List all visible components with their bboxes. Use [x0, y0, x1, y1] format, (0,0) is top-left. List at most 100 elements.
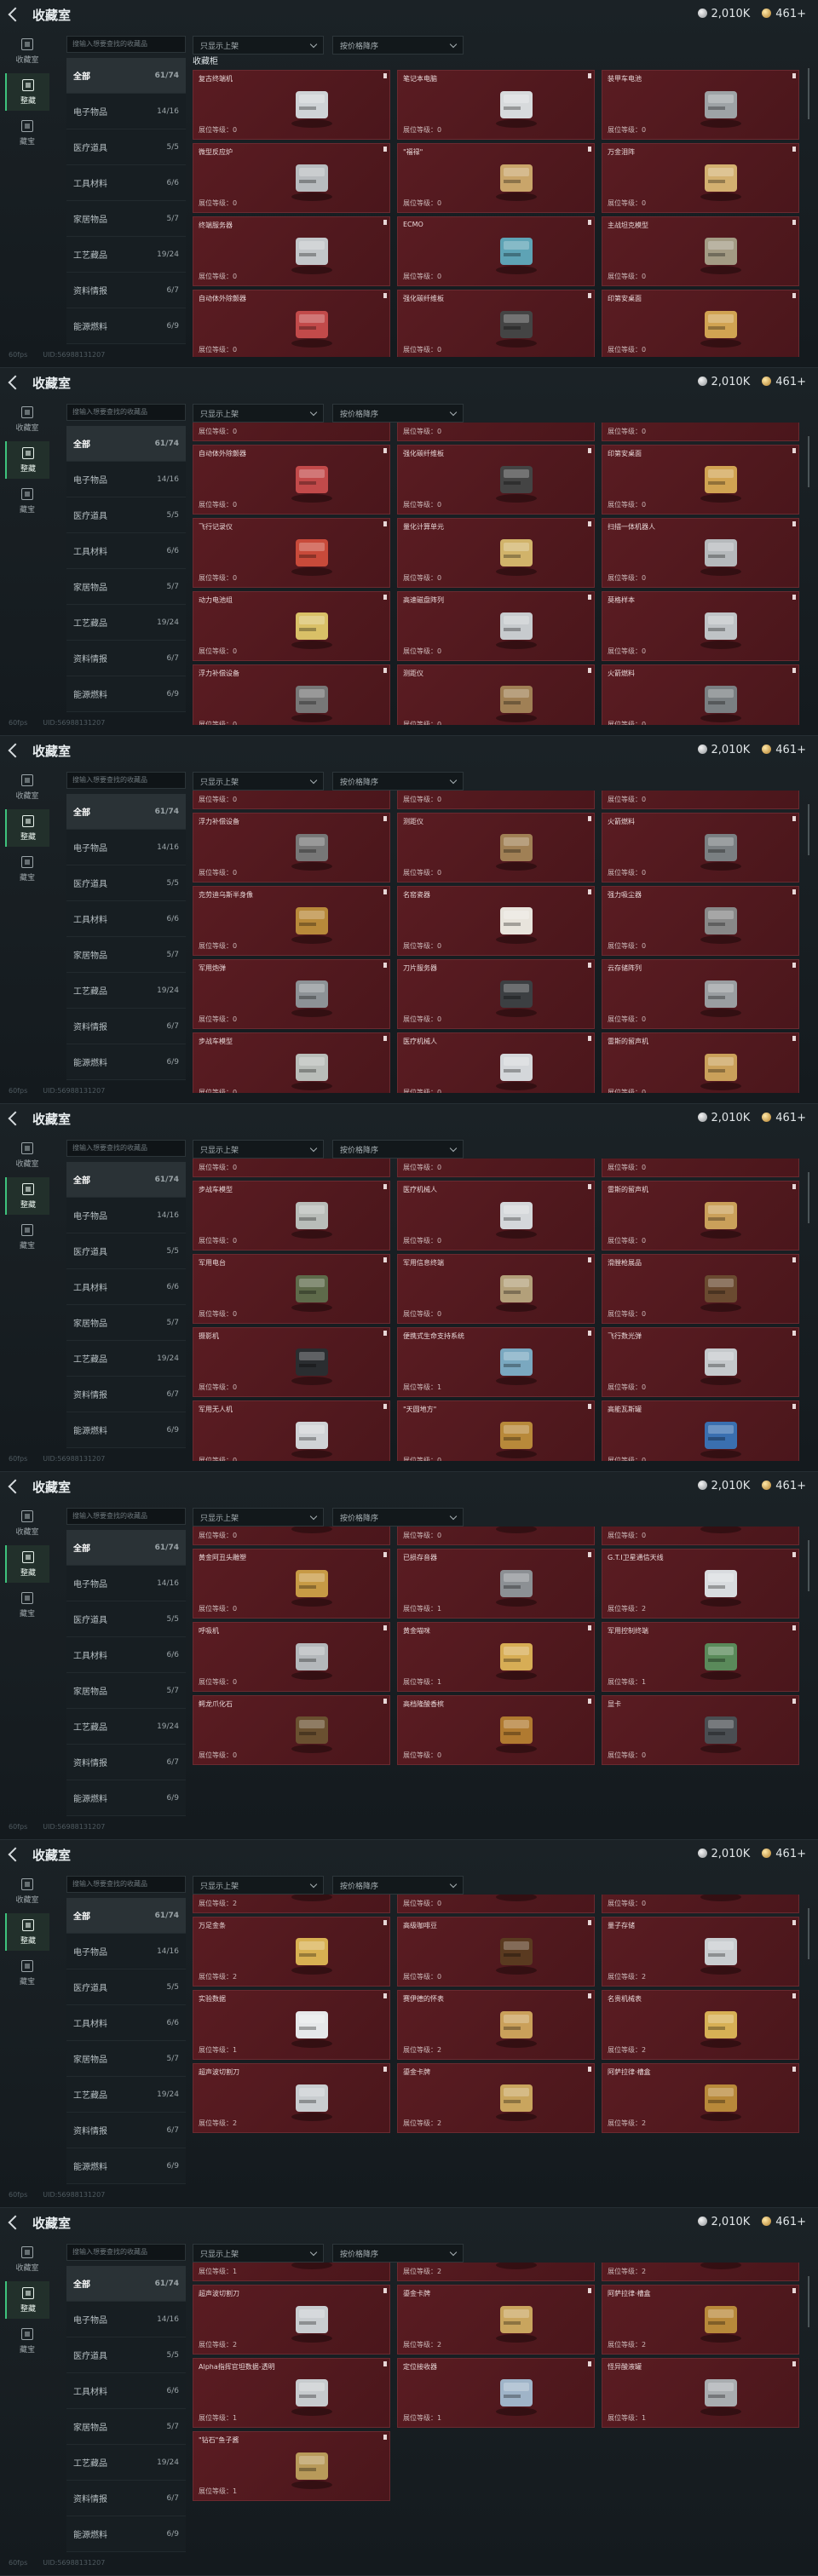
collectible-card[interactable]: 展位等级：0 — [397, 791, 595, 809]
rail-tab-treasure[interactable]: 藏宝 — [5, 114, 49, 152]
collectible-card[interactable]: ECMO 展位等级：0 — [397, 216, 595, 286]
category-item[interactable]: 工具材料 6/6 — [66, 2005, 186, 2041]
collectible-card[interactable]: 万金泪阵 展位等级：0 — [602, 143, 799, 213]
category-item[interactable]: 家居物品 5/7 — [66, 1673, 186, 1709]
category-item[interactable]: 工艺藏品 19/24 — [66, 237, 186, 273]
collectible-card[interactable]: 高档隆酸香槟展位等级：0 — [397, 1895, 595, 1913]
rail-tab-collection[interactable]: 收藏室 — [5, 400, 49, 438]
category-item[interactable]: 资料情报 6/7 — [66, 1377, 186, 1412]
category-item[interactable]: 工具材料 6/6 — [66, 1269, 186, 1305]
category-item[interactable]: 医疗道具 5/5 — [66, 129, 186, 165]
collectible-card[interactable]: 高能瓦斯罐展位等级：0 — [602, 1527, 799, 1545]
rail-tab-collection[interactable]: 收藏室 — [5, 2240, 49, 2278]
sort-dropdown[interactable]: 按价格降序 — [332, 1508, 464, 1527]
collectible-card[interactable]: 显卡展位等级：0 — [602, 1895, 799, 1913]
collectible-card[interactable]: 展位等级：2 — [397, 2263, 595, 2281]
collectible-card[interactable]: 莫格样本 展位等级：0 — [602, 591, 799, 661]
scrollbar[interactable] — [808, 804, 809, 855]
collectible-card[interactable]: 量子存储 展位等级：2 — [602, 1917, 799, 1987]
collectible-card[interactable]: G.T.I卫星通信天线 展位等级：2 — [602, 1549, 799, 1619]
category-item[interactable]: 电子物品 14/16 — [66, 830, 186, 865]
collectible-card[interactable]: 浮力补偿设备 展位等级：0 — [193, 813, 390, 883]
category-item[interactable]: 能源燃料 6/9 — [66, 676, 186, 712]
collectible-card[interactable]: 飞行记录仪 展位等级：0 — [193, 518, 390, 588]
collectible-card[interactable]: 呼吸机 展位等级：0 — [193, 1622, 390, 1692]
sort-dropdown[interactable]: 按价格降序 — [332, 772, 464, 791]
category-item[interactable]: 能源燃料 6/9 — [66, 1412, 186, 1448]
scrollbar[interactable] — [808, 1540, 809, 1591]
display-filter-dropdown[interactable]: 只显示上架 — [193, 1508, 324, 1527]
collectible-card[interactable]: 展位等级：2 — [602, 2263, 799, 2281]
collectible-card[interactable]: 复古终端机 展位等级：0 — [193, 70, 390, 140]
collectible-card[interactable]: 鳄龙爪化石展位等级：2 — [193, 1895, 390, 1913]
collectible-card[interactable]: 浮力补偿设备 展位等级：0 — [193, 664, 390, 725]
collectible-card[interactable]: 高能瓦斯罐展位等级：0 — [602, 1400, 799, 1461]
collectible-card[interactable]: 展位等级：0 — [397, 1159, 595, 1177]
collectible-card[interactable]: 笔记本电脑 展位等级：0 — [397, 70, 595, 140]
collectible-card[interactable]: 强力吸尘器 展位等级：0 — [602, 886, 799, 956]
rail-tab-collection[interactable]: 收藏室 — [5, 32, 49, 70]
rail-tab-arrange[interactable]: 整藏 — [5, 809, 49, 847]
category-item[interactable]: 工具材料 6/6 — [66, 1637, 186, 1673]
collectible-card[interactable]: 军用控制终端 展位等级：1 — [602, 1622, 799, 1692]
collectible-card[interactable]: 名窑瓷器 展位等级：0 — [397, 886, 595, 956]
search-input[interactable]: 搜输入想要查找的收藏品 — [66, 404, 186, 421]
collectible-card[interactable]: 动力电池组 展位等级：0 — [193, 591, 390, 661]
display-filter-dropdown[interactable]: 只显示上架 — [193, 1140, 324, 1159]
category-item[interactable]: 资料情报 6/7 — [66, 1009, 186, 1044]
gold-currency[interactable]: 461+ — [762, 2216, 806, 2228]
category-item[interactable]: 资料情报 6/7 — [66, 2481, 186, 2516]
back-icon[interactable] — [8, 1111, 23, 1126]
back-icon[interactable] — [8, 743, 23, 758]
category-item[interactable]: 电子物品 14/16 — [66, 1934, 186, 1969]
collectible-card[interactable]: 展位等级：1 — [193, 2263, 390, 2281]
search-input[interactable]: 搜输入想要查找的收藏品 — [66, 1508, 186, 1525]
collectible-card[interactable]: 军用无人机展位等级：0 — [193, 1527, 390, 1545]
collectible-card[interactable]: 展位等级：0 — [193, 1159, 390, 1177]
category-item[interactable]: 能源燃料 6/9 — [66, 1044, 186, 1080]
back-icon[interactable] — [8, 1479, 23, 1494]
gold-currency[interactable]: 461+ — [762, 8, 806, 20]
category-item[interactable]: 电子物品 14/16 — [66, 1566, 186, 1601]
category-item[interactable]: 电子物品 14/16 — [66, 1198, 186, 1233]
collectible-card[interactable]: 雷斯的留声机 展位等级：0 — [602, 1181, 799, 1251]
collectible-card[interactable]: 量化计算单元 展位等级：0 — [397, 518, 595, 588]
search-input[interactable]: 搜输入想要查找的收藏品 — [66, 36, 186, 53]
gold-currency[interactable]: 461+ — [762, 1480, 806, 1492]
collectible-card[interactable]: 展位等级：0 — [193, 791, 390, 809]
collectible-card[interactable]: 云存储阵列 展位等级：0 — [602, 959, 799, 1029]
category-item[interactable]: 工具材料 6/6 — [66, 901, 186, 937]
category-item[interactable]: 电子物品 14/16 — [66, 462, 186, 497]
category-item[interactable]: 资料情报 6/7 — [66, 2113, 186, 2148]
category-item[interactable]: 全部 61/74 — [66, 2266, 186, 2302]
collectible-card[interactable]: 刀片服务器 展位等级：0 — [397, 959, 595, 1029]
category-item[interactable]: 全部 61/74 — [66, 58, 186, 94]
category-item[interactable]: 工艺藏品 19/24 — [66, 1341, 186, 1377]
category-item[interactable]: 能源燃料 6/9 — [66, 1780, 186, 1816]
collectible-card[interactable]: 展位等级：0 — [602, 423, 799, 441]
category-item[interactable]: 全部 61/74 — [66, 1530, 186, 1566]
gold-currency[interactable]: 461+ — [762, 744, 806, 756]
rail-tab-treasure[interactable]: 藏宝 — [5, 1954, 49, 1992]
category-item[interactable]: 工具材料 6/6 — [66, 165, 186, 201]
collectible-card[interactable]: 便携式生命支持系统 展位等级：1 — [397, 1327, 595, 1397]
display-filter-dropdown[interactable]: 只显示上架 — [193, 404, 324, 423]
collectible-card[interactable]: 微型反应炉 展位等级：0 — [193, 143, 390, 213]
gold-currency[interactable]: 461+ — [762, 376, 806, 388]
gold-currency[interactable]: 461+ — [762, 1112, 806, 1124]
rail-tab-arrange[interactable]: 整藏 — [5, 1177, 49, 1215]
collectible-card[interactable]: 测距仪 展位等级：0 — [397, 813, 595, 883]
gold-currency[interactable]: 461+ — [762, 1848, 806, 1860]
rail-tab-arrange[interactable]: 整藏 — [5, 1545, 49, 1583]
category-item[interactable]: 资料情报 6/7 — [66, 273, 186, 308]
collectible-card[interactable]: 医疗机械人 展位等级：0 — [397, 1181, 595, 1251]
collectible-card[interactable]: 展位等级：0 — [602, 1159, 799, 1177]
search-input[interactable]: 搜输入想要查找的收藏品 — [66, 1876, 186, 1893]
collectible-card[interactable]: 鎏金卡牌 展位等级：2 — [397, 2063, 595, 2133]
collectible-card[interactable]: 超声波切割刀 展位等级：2 — [193, 2063, 390, 2133]
collectible-card[interactable]: "天圆地方"展位等级：0 — [397, 1527, 595, 1545]
category-item[interactable]: 医疗道具 5/5 — [66, 865, 186, 901]
category-item[interactable]: 能源燃料 6/9 — [66, 2148, 186, 2184]
category-item[interactable]: 能源燃料 6/9 — [66, 308, 186, 344]
collectible-card[interactable]: 超声波切割刀 展位等级：2 — [193, 2285, 390, 2355]
